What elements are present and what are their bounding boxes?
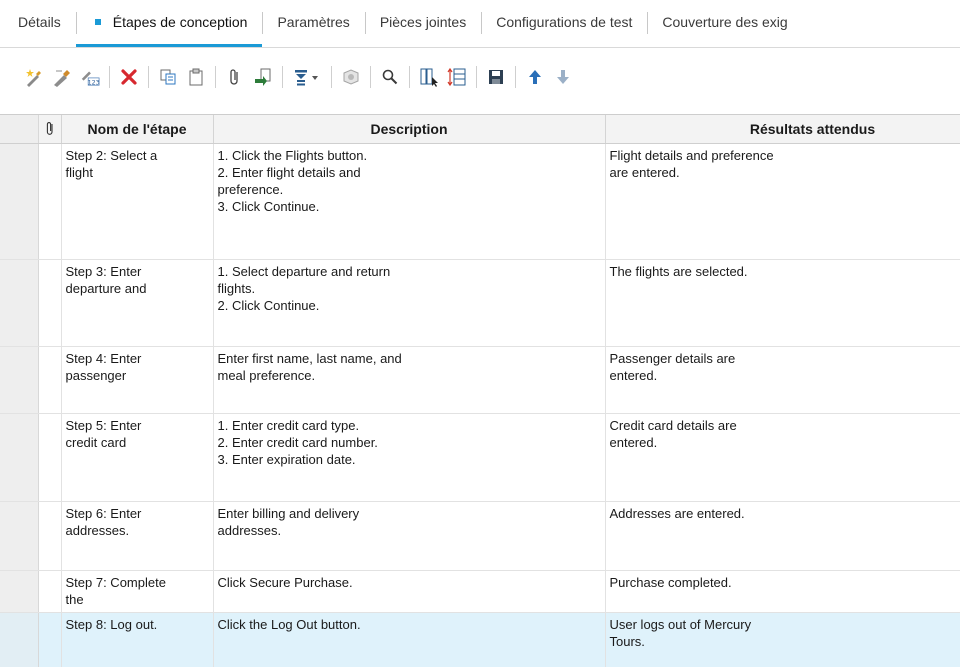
row-selector[interactable] (0, 502, 38, 571)
table-row-selected[interactable]: Step 8: Log out. Click the Log Out butto… (0, 613, 960, 667)
expected-result-cell[interactable]: Credit card details are entered. (605, 414, 960, 502)
table-header: Nom de l'étape Description Résultats att… (0, 115, 960, 144)
table-row[interactable]: Step 3: Enter departure and 1. Select de… (0, 260, 960, 347)
expected-result-cell[interactable]: User logs out of Mercury Tours. (605, 613, 960, 667)
table-row[interactable]: Step 4: Enter passenger Enter first name… (0, 347, 960, 414)
edit-step-icon[interactable] (52, 66, 72, 88)
insert-parameter-icon[interactable] (292, 66, 322, 88)
active-tab-marker (95, 19, 101, 25)
description-cell[interactable]: 1. Click the Flights button. 2. Enter fl… (213, 144, 605, 260)
row-selector-header[interactable] (0, 115, 38, 144)
attachment-cell (38, 613, 61, 667)
step-name-cell[interactable]: Step 5: Enter credit card (61, 414, 213, 502)
delete-icon[interactable] (119, 66, 139, 88)
expected-result-cell[interactable]: The flights are selected. (605, 260, 960, 347)
attachment-cell (38, 502, 61, 571)
tab-attachments[interactable]: Pièces jointes (365, 0, 481, 44)
renumber-steps-icon[interactable]: 123 (80, 66, 100, 88)
tab-label: Étapes de conception (113, 14, 248, 30)
toolbar-separator (331, 66, 332, 88)
tab-details[interactable]: Détails (0, 0, 76, 44)
description-cell[interactable]: 1. Select departure and return flights. … (213, 260, 605, 347)
table-row[interactable]: Step 2: Select a flight 1. Click the Fli… (0, 144, 960, 260)
toolbar-separator (515, 66, 516, 88)
tab-label: Paramètres (277, 14, 349, 30)
toolbar-separator (109, 66, 110, 88)
expected-result-cell[interactable]: Passenger details are entered. (605, 347, 960, 414)
attachment-cell (38, 414, 61, 502)
tab-parameters[interactable]: Paramètres (262, 0, 364, 44)
call-to-test-icon[interactable] (253, 66, 273, 88)
row-selector[interactable] (0, 613, 38, 667)
tab-label: Détails (18, 14, 61, 30)
description-cell[interactable]: Enter first name, last name, and meal pr… (213, 347, 605, 414)
attachment-icon[interactable] (225, 66, 245, 88)
toolbar-separator (370, 66, 371, 88)
description-cell[interactable]: 1. Enter credit card type. 2. Enter cred… (213, 414, 605, 502)
attachment-cell (38, 144, 61, 260)
table-row[interactable]: Step 7: Complete the Click Secure Purcha… (0, 571, 960, 613)
description-column-header[interactable]: Description (213, 115, 605, 144)
step-name-column-header[interactable]: Nom de l'étape (61, 115, 213, 144)
paste-icon[interactable] (186, 66, 206, 88)
step-name-cell[interactable]: Step 3: Enter departure and (61, 260, 213, 347)
row-selector[interactable] (0, 347, 38, 414)
attachment-cell (38, 347, 61, 414)
toolbar-separator (215, 66, 216, 88)
svg-text:123: 123 (88, 79, 100, 86)
toolbar-separator (409, 66, 410, 88)
attachment-cell (38, 571, 61, 613)
tab-design-steps[interactable]: Étapes de conception (76, 0, 263, 44)
tab-label: Configurations de test (496, 14, 632, 30)
paperclip-icon (45, 121, 55, 137)
tab-requirements-coverage[interactable]: Couverture des exig (647, 0, 802, 44)
description-cell[interactable]: Enter billing and delivery addresses. (213, 502, 605, 571)
toolbar: 123 (0, 58, 960, 96)
design-steps-grid: Nom de l'étape Description Résultats att… (0, 114, 960, 667)
tab-label: Pièces jointes (380, 14, 466, 30)
copy-icon[interactable] (158, 66, 178, 88)
move-up-icon[interactable] (525, 66, 545, 88)
expected-result-cell[interactable]: Purchase completed. (605, 571, 960, 613)
select-columns-icon[interactable] (419, 66, 439, 88)
step-name-cell[interactable]: Step 4: Enter passenger (61, 347, 213, 414)
description-cell[interactable]: Click Secure Purchase. (213, 571, 605, 613)
toolbar-separator (476, 66, 477, 88)
row-selector[interactable] (0, 260, 38, 347)
steps-table: Nom de l'étape Description Résultats att… (0, 115, 960, 667)
attachment-cell (38, 260, 61, 347)
new-step-icon[interactable] (24, 66, 44, 88)
row-selector[interactable] (0, 414, 38, 502)
tab-label: Couverture des exig (662, 14, 787, 30)
expected-result-cell[interactable]: Flight details and preference are entere… (605, 144, 960, 260)
table-row[interactable]: Step 5: Enter credit card 1. Enter credi… (0, 414, 960, 502)
save-icon[interactable] (486, 66, 506, 88)
row-selector[interactable] (0, 571, 38, 613)
step-name-cell[interactable]: Step 8: Log out. (61, 613, 213, 667)
tab-overflow-fade (938, 0, 960, 46)
expected-result-cell[interactable]: Addresses are entered. (605, 502, 960, 571)
set-height-icon[interactable] (447, 66, 467, 88)
tab-bar: Détails Étapes de conception Paramètres … (0, 0, 960, 48)
toolbar-separator (148, 66, 149, 88)
find-icon[interactable] (380, 66, 400, 88)
description-cell[interactable]: Click the Log Out button. (213, 613, 605, 667)
toolbar-separator (282, 66, 283, 88)
step-name-cell[interactable]: Step 2: Select a flight (61, 144, 213, 260)
step-name-cell[interactable]: Step 6: Enter addresses. (61, 502, 213, 571)
step-name-cell[interactable]: Step 7: Complete the (61, 571, 213, 613)
expected-results-column-header[interactable]: Résultats attendus (605, 115, 960, 144)
tab-test-configurations[interactable]: Configurations de test (481, 0, 647, 44)
move-down-icon[interactable] (553, 66, 573, 88)
row-selector[interactable] (0, 144, 38, 260)
table-row[interactable]: Step 6: Enter addresses. Enter billing a… (0, 502, 960, 571)
generate-script-icon[interactable] (341, 66, 361, 88)
attachment-column-header[interactable] (38, 115, 61, 144)
